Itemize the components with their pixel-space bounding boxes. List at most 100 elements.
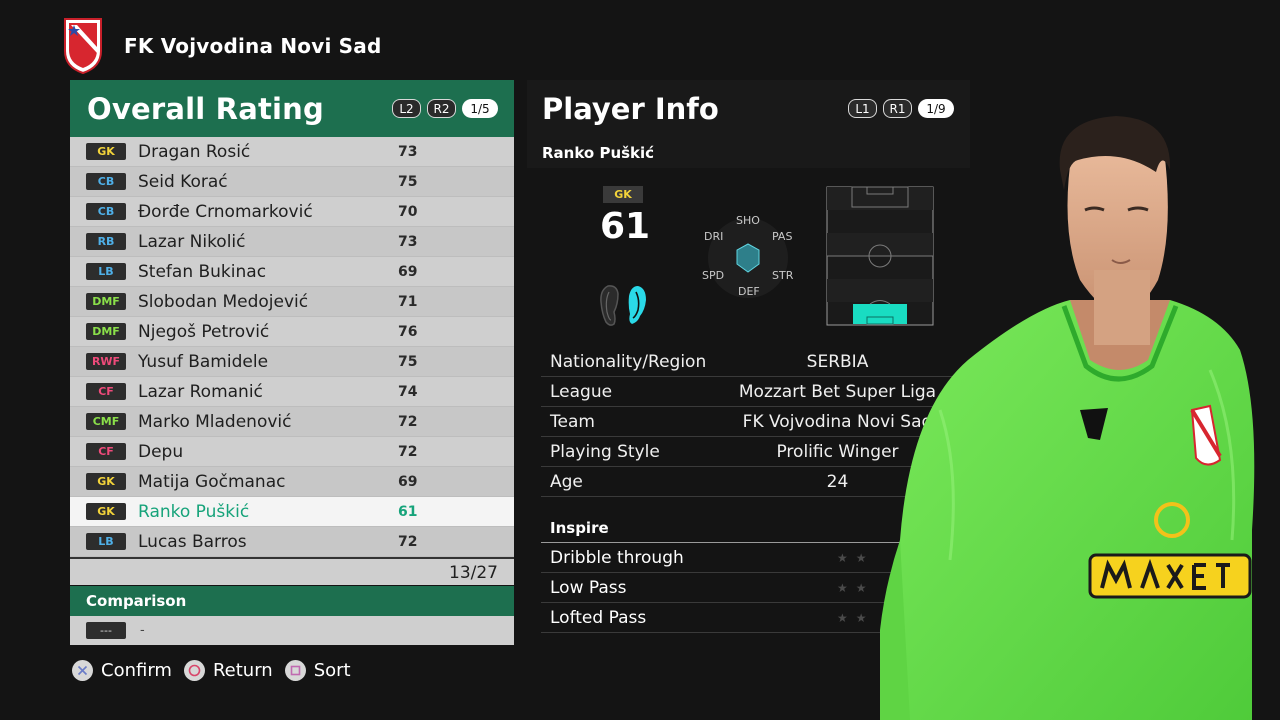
player-row[interactable]: RB Lazar Nikolić 73 xyxy=(70,227,514,257)
player-list: GK Dragan Rosić 73 CB Seid Korać 75 CB Đorđe Cr… xyxy=(70,137,514,557)
club-header: FK Vojvodina Novi Sad xyxy=(62,16,382,76)
info-key: Nationality/Region xyxy=(550,351,707,372)
star-icon: ★★ xyxy=(837,550,875,565)
inspire-skill: Lofted Pass xyxy=(550,607,647,628)
comparison-row[interactable]: --- - xyxy=(70,616,514,645)
player-rating: 72 xyxy=(398,533,418,550)
comparison-position: --- xyxy=(86,622,126,639)
player-row[interactable]: CB Đorđe Crnomarković 70 xyxy=(70,197,514,227)
player-name: Lazar Nikolić xyxy=(138,231,246,252)
player-rating: 69 xyxy=(398,263,418,280)
info-player-name: Ranko Puškić xyxy=(542,144,655,162)
inspire-skill: Dribble through xyxy=(550,547,684,568)
info-key: Playing Style xyxy=(550,441,660,462)
player-name: Dragan Rosić xyxy=(138,141,251,162)
footedness-icon xyxy=(600,285,646,326)
position-badge: CB xyxy=(86,173,126,190)
hex-label-dri: DRI xyxy=(704,230,724,243)
player-rating: 72 xyxy=(398,413,418,430)
overall-rating-header: Overall Rating L2 R2 1/5 xyxy=(70,80,514,137)
position-badge: RWF xyxy=(86,353,126,370)
player-name: Lazar Romanić xyxy=(138,381,263,402)
position-badge: CF xyxy=(86,443,126,460)
player-name: Lucas Barros xyxy=(138,531,247,552)
cross-button-icon xyxy=(72,660,93,681)
player-rating: 73 xyxy=(398,143,418,160)
hex-label-spd: SPD xyxy=(702,269,725,282)
overall-rating-panel: Overall Rating L2 R2 1/5 GK Dragan Rosić 7… xyxy=(70,80,514,645)
player-name: Yusuf Bamidele xyxy=(138,351,269,372)
hex-label-def: DEF xyxy=(738,285,760,298)
position-badge: RB xyxy=(86,233,126,250)
player-rating: 73 xyxy=(398,233,418,250)
info-key: Team xyxy=(550,411,595,432)
player-row[interactable]: LB Stefan Bukinac 69 xyxy=(70,257,514,287)
position-badge: GK xyxy=(86,143,126,160)
position-badge: DMF xyxy=(86,293,126,310)
position-badge: GK xyxy=(86,503,126,520)
player-row[interactable]: DMF Njegoš Petrović 76 xyxy=(70,317,514,347)
button-prompts: Confirm Return Sort xyxy=(72,660,351,681)
confirm-label: Confirm xyxy=(101,660,172,681)
player-portrait xyxy=(880,116,1255,720)
player-name: Stefan Bukinac xyxy=(138,261,267,282)
position-badge: CMF xyxy=(86,413,126,430)
hex-label-pas: PAS xyxy=(772,230,793,243)
player-row[interactable]: GK Matija Gočmanac 69 xyxy=(70,467,514,497)
player-name: Marko Mladenović xyxy=(138,411,292,432)
ability-hexagon-chart: SHO PAS STR DEF SPD DRI xyxy=(700,210,800,300)
player-row[interactable]: LB Lucas Barros 72 xyxy=(70,527,514,557)
player-rating: 76 xyxy=(398,323,418,340)
player-row[interactable]: CF Depu 72 xyxy=(70,437,514,467)
l2-button[interactable]: L2 xyxy=(392,99,421,118)
player-info-title: Player Info xyxy=(542,92,719,126)
player-rating: 75 xyxy=(398,173,418,190)
hex-label-str: STR xyxy=(772,269,794,282)
circle-button-icon xyxy=(183,660,205,681)
player-row[interactable]: CMF Marko Mladenović 72 xyxy=(70,407,514,437)
club-name: FK Vojvodina Novi Sad xyxy=(124,34,382,58)
player-rating: 69 xyxy=(398,473,418,490)
position-badge: LB xyxy=(86,263,126,280)
comparison-header: Comparison xyxy=(70,586,514,616)
return-label: Return xyxy=(212,660,273,681)
player-count: 13/27 xyxy=(70,557,514,585)
player-rating: 72 xyxy=(398,443,418,460)
inspire-skill: Low Pass xyxy=(550,577,627,598)
player-row[interactable]: CB Seid Korać 75 xyxy=(70,167,514,197)
return-prompt[interactable]: Return xyxy=(183,660,273,681)
overall-page-indicator: 1/5 xyxy=(462,99,498,118)
star-icon: ★★ xyxy=(837,610,875,625)
player-name: Matija Gočmanac xyxy=(138,471,286,492)
star-icon: ★★ xyxy=(837,580,875,595)
sort-label: Sort xyxy=(313,660,351,681)
player-row[interactable]: CF Lazar Romanić 74 xyxy=(70,377,514,407)
position-badge: DMF xyxy=(86,323,126,340)
player-row[interactable]: DMF Slobodan Medojević 71 xyxy=(70,287,514,317)
info-key: League xyxy=(550,381,613,402)
player-name: Njegoš Petrović xyxy=(138,321,270,342)
player-row[interactable]: RWF Yusuf Bamidele 75 xyxy=(70,347,514,377)
player-name: Depu xyxy=(138,441,184,462)
square-button-icon xyxy=(284,660,306,681)
confirm-prompt[interactable]: Confirm xyxy=(72,660,172,681)
comparison-name: - xyxy=(140,623,145,638)
position-badge: GK xyxy=(86,473,126,490)
player-row[interactable]: GK Dragan Rosić 73 xyxy=(70,137,514,167)
hex-label-sho: SHO xyxy=(736,214,760,227)
player-name: Slobodan Medojević xyxy=(138,291,309,312)
player-rating: 71 xyxy=(398,293,418,310)
info-overall-rating: 61 xyxy=(600,206,651,247)
sort-prompt[interactable]: Sort xyxy=(284,660,351,681)
player-rating: 74 xyxy=(398,383,418,400)
overall-rating-title: Overall Rating xyxy=(87,91,324,126)
r2-button[interactable]: R2 xyxy=(427,99,456,118)
player-name: Seid Korać xyxy=(138,171,228,192)
player-rating: 61 xyxy=(398,503,418,520)
player-name: Ranko Puškić xyxy=(138,501,250,522)
player-rating: 75 xyxy=(398,353,418,370)
info-position-badge: GK xyxy=(603,186,643,203)
player-row[interactable]: GK Ranko Puškić 61 xyxy=(70,497,514,527)
player-name: Đorđe Crnomarković xyxy=(138,201,313,222)
l1-button[interactable]: L1 xyxy=(848,99,877,118)
